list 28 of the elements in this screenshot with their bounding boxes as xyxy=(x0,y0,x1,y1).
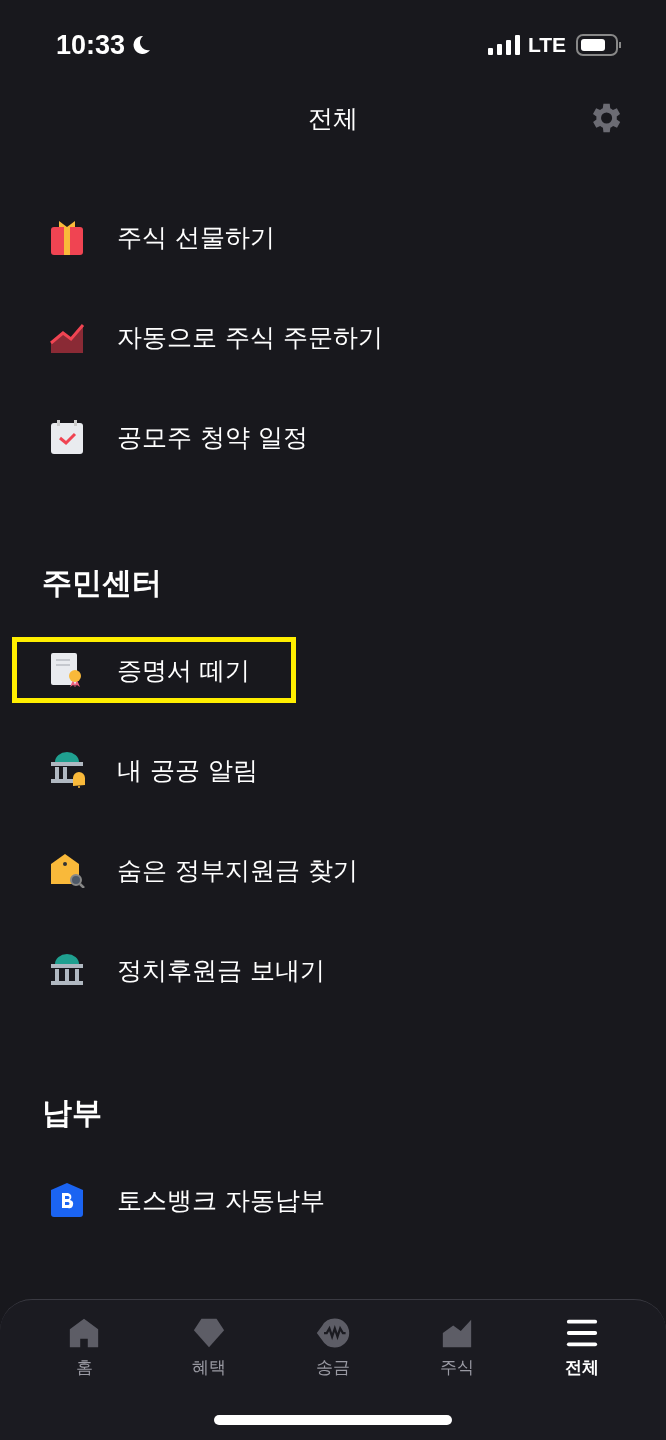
won-coin-icon xyxy=(314,1316,351,1350)
tab-item[interactable]: 혜택 xyxy=(168,1316,249,1379)
building-bell-icon xyxy=(49,752,85,788)
calendar-icon xyxy=(49,419,85,455)
section-title: 주민센터 xyxy=(41,564,163,602)
house-search-icon xyxy=(49,852,85,888)
moon-icon xyxy=(131,35,152,55)
section-title: 납부 xyxy=(41,1094,103,1132)
building-icon xyxy=(49,952,85,988)
menu-item[interactable]: 주식 선물하기 xyxy=(12,204,300,270)
signal-icon xyxy=(487,35,522,55)
menu-item[interactable]: 공모주 청약 일정 xyxy=(12,404,333,470)
gift-icon xyxy=(49,219,85,255)
battery-icon xyxy=(576,34,622,56)
page-title: 전체 xyxy=(308,102,358,135)
menu-item[interactable]: 숨은 정부지원금 찾기 xyxy=(12,837,383,903)
bank-logo-icon xyxy=(49,1182,85,1218)
tab-item[interactable]: 송금 xyxy=(292,1316,373,1379)
menu-item[interactable]: 정치후원금 보내기 xyxy=(12,937,350,1003)
menu-item[interactable]: 내 공공 알림 xyxy=(12,737,283,803)
tab-item[interactable]: 전체 xyxy=(541,1316,622,1379)
tab-item[interactable]: 주식 xyxy=(417,1316,498,1379)
menu-item[interactable]: 자동으로 주식 주문하기 xyxy=(12,304,408,370)
highlighted-menu-item[interactable]: 증명서 떼기 xyxy=(12,637,296,703)
tab-item[interactable]: 홈 xyxy=(44,1316,125,1379)
menu-item[interactable]: 토스뱅크 자동납부 xyxy=(12,1167,350,1233)
status-time: 10:33 xyxy=(56,29,126,61)
network-label: LTE xyxy=(527,33,566,57)
